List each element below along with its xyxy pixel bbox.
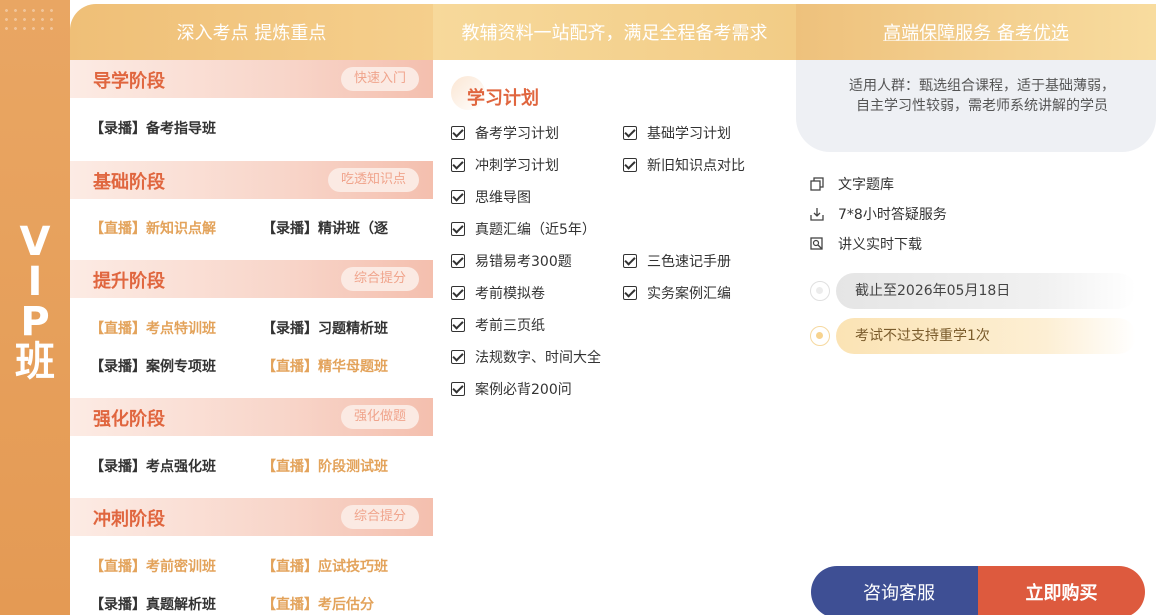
download-icon — [810, 208, 824, 221]
course-link[interactable]: 【直播】新知识点解 — [90, 218, 216, 238]
stage-tag: 综合提分 — [340, 505, 419, 529]
stage-header-strengthen: 强化阶段 强化做题 — [70, 398, 433, 436]
checkbox-checked-icon — [623, 254, 637, 268]
vip-letter: V — [19, 219, 51, 265]
materials-column: 学习计划 备考学习计划 基础学习计划 冲刺学习计划 新旧知识点对比 思维导图 真… — [433, 60, 796, 615]
stage-tag: 综合提分 — [340, 267, 419, 291]
checkbox-checked-icon — [451, 222, 465, 236]
vip-title: V I P 班 — [0, 222, 70, 382]
course-link[interactable]: 【直播】考后估分 — [262, 594, 374, 614]
vip-letter: P — [20, 299, 50, 345]
course-link[interactable]: 【直播】阶段测试班 — [262, 456, 388, 476]
vip-strip: V I P 班 — [0, 0, 70, 615]
stage-name: 提升阶段 — [93, 271, 165, 292]
retake-pill: 考试不过支持重学1次 — [836, 318, 1136, 354]
course-link[interactable]: 【直播】精华母题班 — [262, 356, 388, 376]
course-link[interactable]: 【录播】案例专项班 — [90, 356, 216, 376]
stage-header-improve: 提升阶段 综合提分 — [70, 260, 433, 298]
services-column: 适用人群：甄选组合课程，适于基础薄弱，自主学习性较弱，需老师系统讲解的学员 文字… — [796, 60, 1156, 615]
checkbox-checked-icon — [623, 286, 637, 300]
checkbox-checked-icon — [451, 286, 465, 300]
stage-tag: 强化做题 — [340, 405, 419, 429]
checkbox-checked-icon — [451, 318, 465, 332]
stage-tag: 快速入门 — [340, 67, 419, 91]
service-item: 7*8小时答疑服务 — [810, 204, 947, 224]
dot-pattern-decoration — [2, 6, 58, 34]
checkbox-checked-icon — [623, 158, 637, 172]
plan-item: 实务案例汇编 — [623, 283, 731, 303]
plan-item: 思维导图 — [451, 187, 531, 207]
retake-dot-icon — [810, 326, 830, 346]
buy-now-button[interactable]: 立即购买 — [978, 566, 1145, 615]
consult-button[interactable]: 咨询客服 — [811, 566, 979, 615]
vip-letter: 班 — [15, 339, 55, 385]
checkbox-checked-icon — [451, 126, 465, 140]
stage-name: 强化阶段 — [93, 409, 165, 430]
course-link[interactable]: 【直播】考前密训班 — [90, 556, 216, 576]
deadline-dot-icon — [810, 281, 830, 301]
header-materials: 教辅资料一站配齐，满足全程备考需求 — [433, 4, 796, 60]
plan-item: 真题汇编（近5年） — [451, 219, 596, 239]
plan-item: 易错易考300题 — [451, 251, 572, 271]
audience-box: 适用人群：甄选组合课程，适于基础薄弱，自主学习性较弱，需老师系统讲解的学员 — [796, 60, 1156, 152]
stage-name: 冲刺阶段 — [93, 509, 165, 530]
stage-header-intro: 导学阶段 快速入门 — [70, 60, 433, 98]
service-item: 文字题库 — [810, 174, 894, 194]
course-link[interactable]: 【录播】备考指导班 — [90, 118, 216, 138]
plan-item: 法规数字、时间大全 — [451, 347, 601, 367]
stage-tag: 吃透知识点 — [327, 168, 419, 192]
question-bank-icon — [810, 177, 824, 191]
course-link[interactable]: 【录播】习题精析班 — [262, 318, 388, 338]
deadline-pill: 截止至2026年05月18日 — [836, 273, 1136, 309]
plan-item: 冲刺学习计划 — [451, 155, 559, 175]
plan-title: 学习计划 — [467, 88, 539, 109]
audience-text: 适用人群：甄选组合课程，适于基础薄弱，自主学习性较弱，需老师系统讲解的学员 — [849, 78, 1115, 114]
checkbox-checked-icon — [451, 254, 465, 268]
plan-item: 基础学习计划 — [623, 123, 731, 143]
service-item: 讲义实时下载 — [810, 234, 922, 254]
stage-name: 导学阶段 — [93, 71, 165, 92]
stage-header-basic: 基础阶段 吃透知识点 — [70, 161, 433, 199]
header-courses: 深入考点 提炼重点 — [70, 4, 433, 60]
checkbox-checked-icon — [451, 350, 465, 364]
handout-icon — [810, 237, 823, 250]
checkbox-checked-icon — [451, 158, 465, 172]
checkbox-checked-icon — [623, 126, 637, 140]
plan-item: 考前模拟卷 — [451, 283, 545, 303]
header-services: 高端保障服务 备考优选 — [796, 4, 1156, 60]
checkbox-checked-icon — [451, 190, 465, 204]
plan-item: 新旧知识点对比 — [623, 155, 745, 175]
plan-item: 案例必背200问 — [451, 379, 572, 399]
course-link[interactable]: 【录播】精讲班（逐 — [262, 218, 388, 238]
checkbox-checked-icon — [451, 382, 465, 396]
plan-title-block: 学习计划 — [451, 76, 561, 112]
vip-letter: I — [27, 259, 43, 305]
course-link[interactable]: 【直播】考点特训班 — [90, 318, 216, 338]
stage-header-sprint: 冲刺阶段 综合提分 — [70, 498, 433, 536]
plan-item: 考前三页纸 — [451, 315, 545, 335]
stages-column: 导学阶段 快速入门 【录播】备考指导班 基础阶段 吃透知识点 【直播】新知识点解… — [70, 60, 433, 615]
header-band: 深入考点 提炼重点 教辅资料一站配齐，满足全程备考需求 高端保障服务 备考优选 — [70, 4, 1156, 60]
course-link[interactable]: 【直播】应试技巧班 — [262, 556, 388, 576]
stage-name: 基础阶段 — [93, 172, 165, 193]
plan-item: 备考学习计划 — [451, 123, 559, 143]
course-link[interactable]: 【录播】真题解析班 — [90, 594, 216, 614]
plan-item: 三色速记手册 — [623, 251, 731, 271]
course-link[interactable]: 【录播】考点强化班 — [90, 456, 216, 476]
